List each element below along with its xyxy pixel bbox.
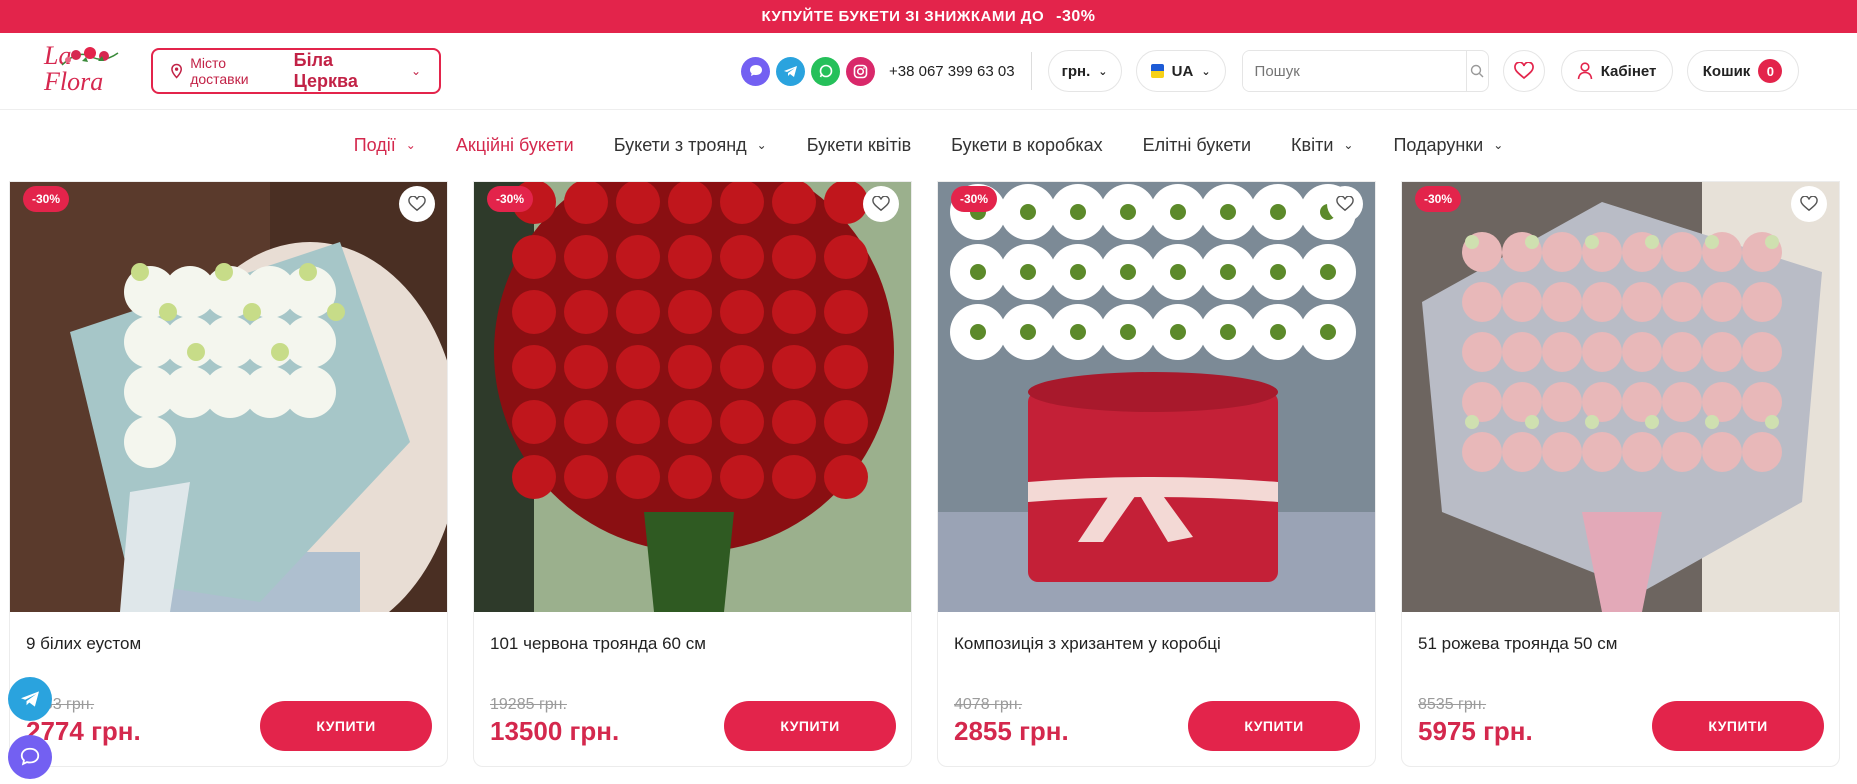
discount-badge: -30% [1415,186,1462,212]
search-input[interactable] [1242,51,1466,91]
discount-badge: -30% [487,186,534,212]
nav-item-label: Акційні букети [455,134,574,155]
product-image[interactable]: -30% [474,182,911,612]
add-to-wishlist-button[interactable] [399,186,435,222]
cart-button[interactable]: Кошик 0 [1686,50,1799,92]
chevron-down-icon: ⌄ [410,64,421,78]
product-title[interactable]: 9 білих еустом [26,634,141,654]
heart-icon [1336,196,1354,212]
logo-flowers-icon [61,47,119,66]
discount-badge: -30% [23,186,70,212]
buy-button[interactable]: КУПИТИ [260,701,432,751]
whatsapp-icon[interactable] [811,56,840,86]
wishlist-button[interactable] [1502,50,1545,92]
promo-text: КУПУЙТЕ БУКЕТИ ЗІ ЗНИЖКАМИ ДО [761,8,1045,25]
nav-item[interactable]: Квіти ⌄ [1271,135,1373,156]
chevron-down-icon: ⌄ [1098,65,1108,78]
location-pin-icon [171,63,183,79]
product-old-price: 19285 грн. [490,696,567,713]
add-to-wishlist-button[interactable] [863,186,899,222]
search-box [1241,50,1489,92]
nav-item-label: Букети в коробках [951,134,1103,155]
chevron-down-icon: ⌄ [1493,138,1504,152]
nav-item-label: Квіти [1291,134,1334,155]
viber-icon[interactable] [741,56,770,86]
city-label: Місто доставки [190,55,249,87]
product-old-price: 4078 грн. [954,696,1023,713]
product-card[interactable]: -30% 51 рожева троянда 50 см 8535 грн. 5975… [1401,181,1840,767]
cart-count-badge: 0 [1758,59,1783,83]
product-card[interactable]: -30% 9 білих еустом 3963 грн. 2774 грн. КУПИ… [9,181,448,767]
instagram-icon[interactable] [846,56,875,86]
social-links [741,56,875,86]
telegram-icon [21,691,39,707]
buy-button[interactable]: КУПИТИ [724,701,896,751]
add-to-wishlist-button[interactable] [1791,186,1827,222]
promo-percent: -30% [1056,7,1096,25]
product-title[interactable]: Композиція з хризантем у коробці [954,634,1221,654]
logo[interactable]: La Flora [44,43,134,95]
product-price: 5975 грн. [1418,716,1533,746]
buy-button[interactable]: КУПИТИ [1652,701,1824,751]
product-image[interactable]: -30% [938,182,1375,612]
product-price: 13500 грн. [490,716,620,746]
chevron-down-icon: ⌄ [405,138,416,152]
buy-button[interactable]: КУПИТИ [1188,701,1360,751]
user-icon [1577,62,1592,80]
floating-viber-button[interactable] [8,735,52,779]
phone-number[interactable]: +38 067 399 63 03 [889,63,1015,80]
add-to-wishlist-button[interactable] [1327,186,1363,222]
city-value: Біла Церква [293,50,358,91]
product-image[interactable]: -30% [10,182,447,612]
ukraine-flag-icon [1150,64,1164,78]
currency-selector[interactable]: грн. ⌄ [1047,50,1122,92]
search-icon [1470,64,1484,78]
nav-item-label: Подарунки [1393,134,1484,155]
product-card[interactable]: -30% 101 червона троянда 60 см 19285 грн. 1… [473,181,912,767]
divider [1030,52,1032,90]
product-price: 2855 грн. [954,716,1069,746]
floating-telegram-button[interactable] [8,677,52,721]
nav-item[interactable]: Елітні букети [1123,135,1271,156]
heart-icon [408,196,426,212]
nav-item[interactable]: Акційні букети [436,135,594,156]
cabinet-button[interactable]: Кабінет [1560,50,1673,92]
heart-icon [1513,62,1534,80]
nav-item-label: Букети з троянд [613,134,747,155]
nav-item-label: Події [353,134,396,155]
chevron-down-icon: ⌄ [1201,65,1211,78]
nav-item[interactable]: Букети в коробках [931,135,1122,156]
promo-banner: КУПУЙТЕ БУКЕТИ ЗІ ЗНИЖКАМИ ДО -30% [0,0,1857,33]
heart-icon [872,196,890,212]
nav-item[interactable]: Події ⌄ [334,135,436,156]
nav-item[interactable]: Подарунки ⌄ [1373,135,1523,156]
site-header: La Flora Місто доставки Біла Церква ⌄ +3… [0,33,1857,110]
product-old-price: 8535 грн. [1418,696,1487,713]
heart-icon [1800,196,1818,212]
product-card[interactable]: -30% Композиція з хризантем у коробці 4078… [937,181,1376,767]
main-nav: Події ⌄ Акційні букети Букети з троянд ⌄ Буке… [0,110,1857,180]
nav-item[interactable]: Букети з троянд ⌄ [594,135,787,156]
language-selector[interactable]: UA ⌄ [1135,50,1226,92]
cabinet-label: Кабінет [1600,62,1657,80]
language-value: UA [1171,62,1194,80]
product-image[interactable]: -30% [1402,182,1839,612]
viber-icon [20,747,40,766]
chevron-down-icon: ⌄ [1343,138,1354,152]
nav-item[interactable]: Букети квітів [787,135,931,156]
search-button[interactable] [1465,51,1488,91]
cart-label: Кошик [1702,62,1751,80]
delivery-city-selector[interactable]: Місто доставки Біла Церква ⌄ [151,48,441,94]
product-title[interactable]: 51 рожева троянда 50 см [1418,634,1617,654]
nav-item-label: Букети квітів [806,134,912,155]
currency-value: грн. [1061,62,1091,80]
product-title[interactable]: 101 червона троянда 60 см [490,634,706,654]
telegram-icon[interactable] [776,56,805,86]
chevron-down-icon: ⌄ [756,138,767,152]
discount-badge: -30% [951,186,998,212]
nav-item-label: Елітні букети [1142,134,1252,155]
product-grid: -30% 9 білих еустом 3963 грн. 2774 грн. КУПИ… [9,181,1840,767]
